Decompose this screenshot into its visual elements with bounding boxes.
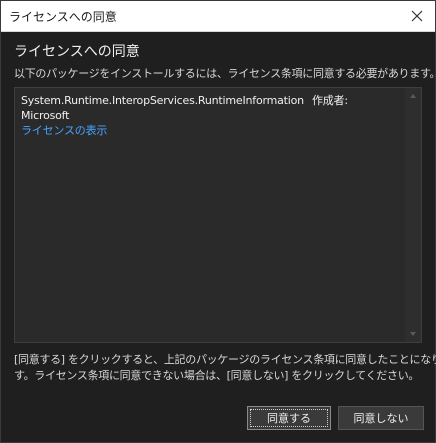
dialog-subheading: 以下のパッケージをインストールするには、ライセンス条項に同意する必要があります。: [14, 67, 436, 80]
acceptance-notice: [同意する] をクリックすると、上記のパッケージのライセンス条項に同意したことに…: [14, 352, 436, 384]
view-license-link[interactable]: ライセンスの表示: [21, 124, 107, 137]
vertical-scrollbar[interactable]: [405, 88, 421, 342]
close-icon: [411, 10, 423, 22]
license-acceptance-dialog: ライセンスへの同意 ライセンスへの同意 以下のパッケージをインストールするには、…: [0, 0, 436, 443]
chevron-down-icon: [410, 332, 416, 336]
package-item: System.Runtime.InteropServices.RuntimeIn…: [21, 93, 401, 138]
notice-line-2: す。ライセンス条項に同意できない場合は、[同意しない] をクリックしてください。: [14, 369, 420, 382]
decline-button[interactable]: 同意しない: [338, 406, 424, 430]
dialog-heading: ライセンスへの同意: [14, 44, 140, 60]
agree-button[interactable]: 同意する: [247, 406, 331, 430]
package-author: Microsoft: [21, 109, 70, 122]
window-title: ライセンスへの同意: [9, 10, 117, 24]
package-name: System.Runtime.InteropServices.RuntimeIn…: [21, 94, 304, 107]
notice-line-1: [同意する] をクリックすると、上記のパッケージのライセンス条項に同意したことに…: [14, 353, 436, 366]
package-list[interactable]: System.Runtime.InteropServices.RuntimeIn…: [14, 87, 422, 343]
title-bar: ライセンスへの同意: [1, 1, 435, 32]
close-button[interactable]: [405, 4, 429, 28]
chevron-up-icon: [410, 94, 416, 98]
scroll-up-button[interactable]: [405, 88, 421, 104]
package-author-label: 作成者:: [311, 94, 348, 107]
scroll-down-button[interactable]: [405, 326, 421, 342]
